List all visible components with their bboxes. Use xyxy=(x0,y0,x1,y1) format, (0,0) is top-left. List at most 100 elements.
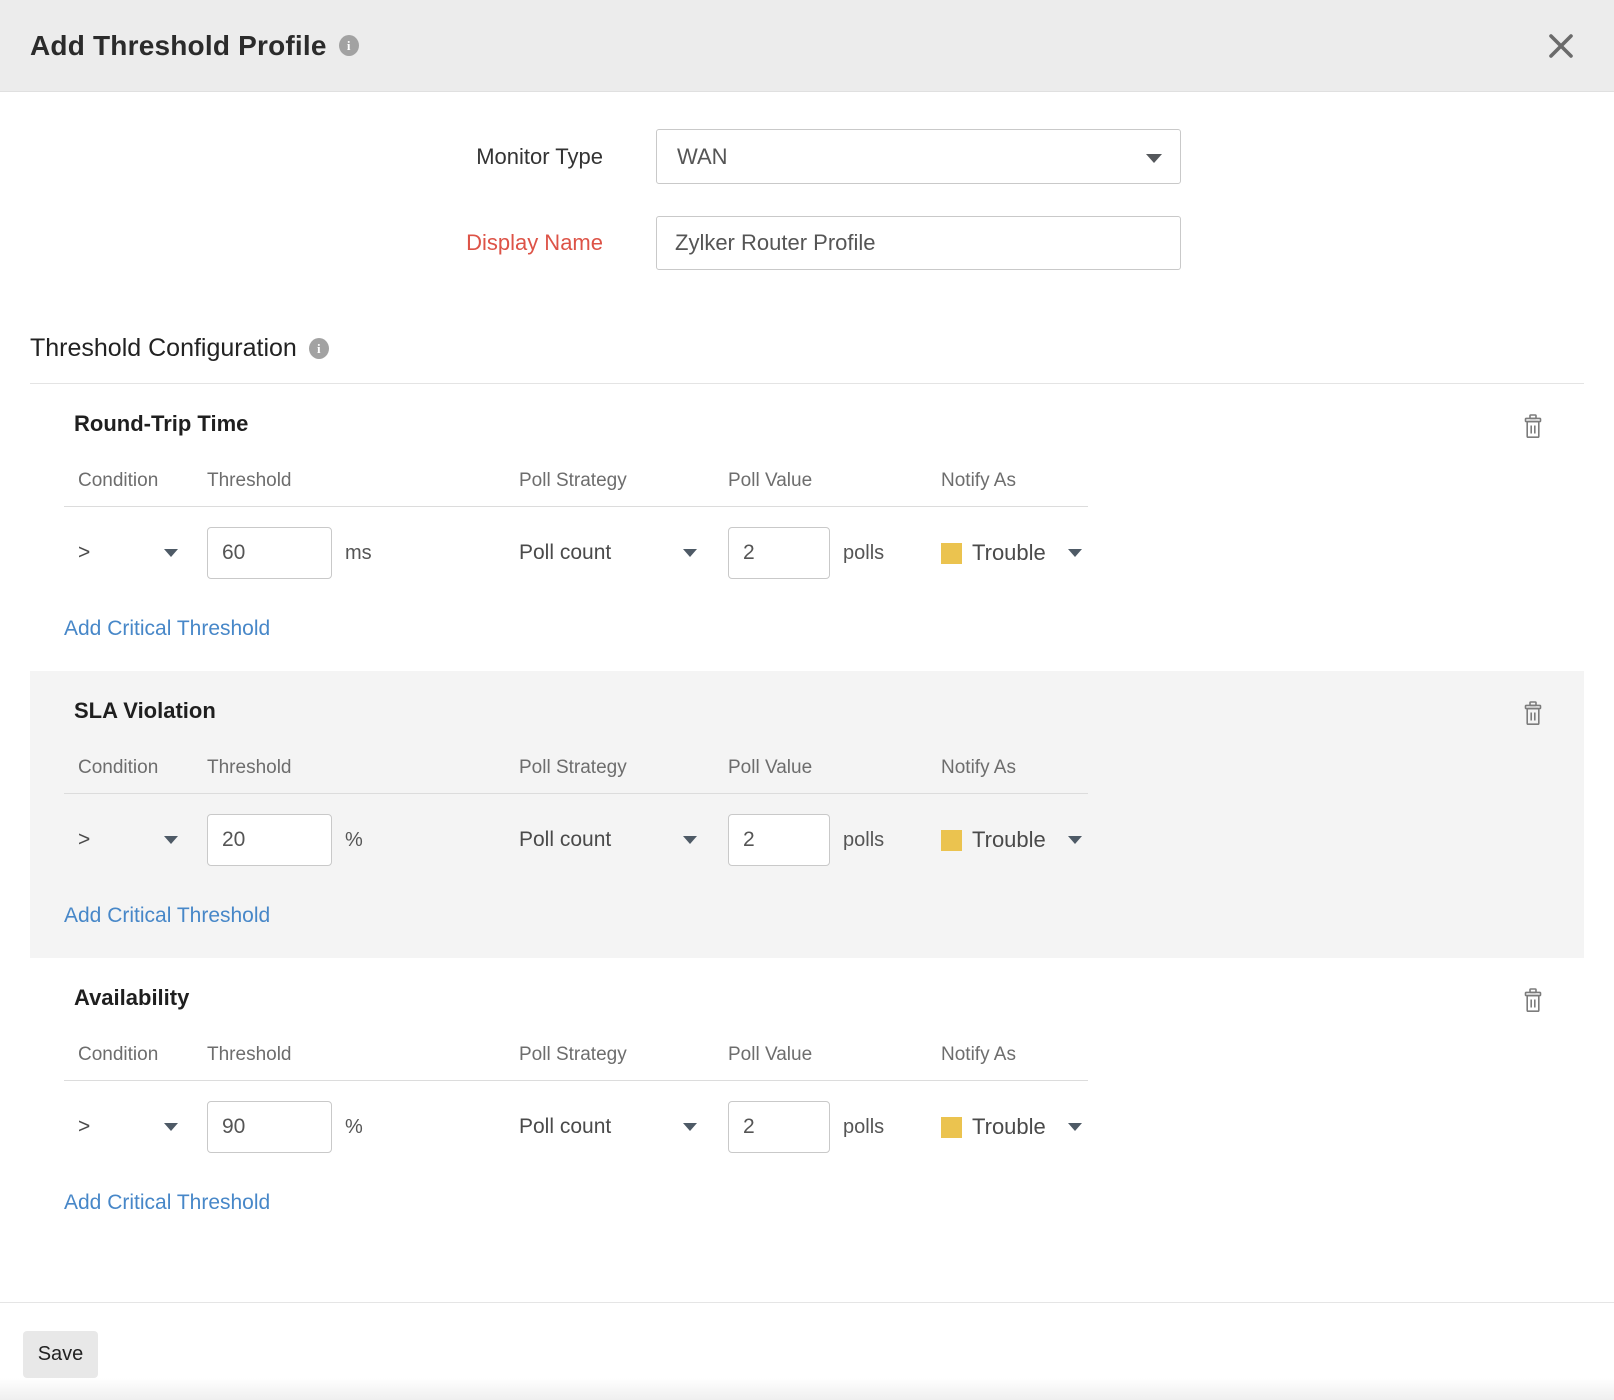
trash-icon xyxy=(1522,701,1544,726)
poll-value-input[interactable] xyxy=(728,1101,830,1153)
poll-value-unit: polls xyxy=(843,1116,884,1139)
notify-as-value: Trouble xyxy=(972,1114,1046,1140)
monitor-type-row: Monitor Type WAN xyxy=(0,129,1614,184)
profile-form: Monitor Type WAN Display Name xyxy=(0,92,1614,270)
add-critical-threshold-link[interactable]: Add Critical Threshold xyxy=(64,1191,270,1215)
condition-value: > xyxy=(78,828,90,852)
poll-strategy-value: Poll count xyxy=(519,1115,611,1139)
notify-as-select[interactable]: Trouble xyxy=(941,540,1101,566)
chevron-down-icon xyxy=(683,1123,697,1131)
threshold-table-header: Condition Threshold Poll Strategy Poll V… xyxy=(64,757,1088,794)
threshold-row: > % Poll count polls xyxy=(64,1081,1088,1175)
trouble-color-swatch xyxy=(941,1117,962,1138)
threshold-table: Condition Threshold Poll Strategy Poll V… xyxy=(64,757,1088,888)
add-critical-threshold-link[interactable]: Add Critical Threshold xyxy=(64,617,270,641)
chevron-down-icon xyxy=(683,549,697,557)
chevron-down-icon xyxy=(164,549,178,557)
delete-section-button[interactable] xyxy=(1518,410,1548,443)
condition-select[interactable]: > xyxy=(78,828,178,852)
threshold-configuration-heading-wrap: Threshold Configuration i xyxy=(0,334,1614,384)
threshold-section-sla-violation: SLA Violation Condition Threshold Poll S… xyxy=(30,671,1584,958)
poll-strategy-value: Poll count xyxy=(519,828,611,852)
trouble-color-swatch xyxy=(941,543,962,564)
trouble-color-swatch xyxy=(941,830,962,851)
threshold-table: Condition Threshold Poll Strategy Poll V… xyxy=(64,1044,1088,1175)
column-header-poll-value: Poll Value xyxy=(728,1044,941,1066)
section-title: SLA Violation xyxy=(30,697,1584,725)
close-icon xyxy=(1546,31,1576,61)
column-header-poll-strategy: Poll Strategy xyxy=(519,470,728,492)
poll-value-unit: polls xyxy=(843,829,884,852)
display-name-input[interactable] xyxy=(656,216,1181,270)
section-title: Availability xyxy=(30,984,1584,1012)
trash-icon xyxy=(1522,988,1544,1013)
monitor-type-label: Monitor Type xyxy=(0,144,603,170)
poll-strategy-select[interactable]: Poll count xyxy=(519,541,697,565)
column-header-poll-value: Poll Value xyxy=(728,470,941,492)
delete-section-button[interactable] xyxy=(1518,697,1548,730)
display-name-label: Display Name xyxy=(0,230,603,256)
notify-as-select[interactable]: Trouble xyxy=(941,1114,1101,1140)
column-header-condition: Condition xyxy=(64,470,207,492)
column-header-poll-value: Poll Value xyxy=(728,757,941,779)
poll-strategy-select[interactable]: Poll count xyxy=(519,828,697,852)
threshold-input[interactable] xyxy=(207,1101,332,1153)
condition-value: > xyxy=(78,1115,90,1139)
threshold-configuration-heading: Threshold Configuration xyxy=(30,334,297,363)
poll-value-input[interactable] xyxy=(728,527,830,579)
add-critical-threshold-link[interactable]: Add Critical Threshold xyxy=(64,904,270,928)
poll-strategy-value: Poll count xyxy=(519,541,611,565)
threshold-row: > ms Poll count polls xyxy=(64,507,1088,601)
column-header-notify-as: Notify As xyxy=(941,1044,1101,1066)
poll-value-unit: polls xyxy=(843,542,884,565)
threshold-input[interactable] xyxy=(207,814,332,866)
trash-icon xyxy=(1522,414,1544,439)
notify-as-value: Trouble xyxy=(972,540,1046,566)
display-name-row: Display Name xyxy=(0,216,1614,270)
chevron-down-icon xyxy=(1068,1123,1082,1131)
condition-select[interactable]: > xyxy=(78,541,178,565)
chevron-down-icon xyxy=(1068,549,1082,557)
column-header-threshold: Threshold xyxy=(207,470,519,492)
dialog-footer: Save xyxy=(0,1302,1614,1378)
threshold-unit: % xyxy=(345,829,363,852)
column-header-notify-as: Notify As xyxy=(941,757,1101,779)
column-header-poll-strategy: Poll Strategy xyxy=(519,1044,728,1066)
save-button[interactable]: Save xyxy=(23,1331,98,1378)
monitor-type-value: WAN xyxy=(677,144,728,170)
chevron-down-icon xyxy=(1068,836,1082,844)
chevron-down-icon xyxy=(164,1123,178,1131)
dialog-title: Add Threshold Profile xyxy=(30,30,327,62)
bottom-fade xyxy=(0,1378,1614,1400)
close-button[interactable] xyxy=(1542,27,1580,65)
column-header-poll-strategy: Poll Strategy xyxy=(519,757,728,779)
threshold-unit: ms xyxy=(345,542,372,565)
condition-value: > xyxy=(78,541,90,565)
threshold-table: Condition Threshold Poll Strategy Poll V… xyxy=(64,470,1088,601)
column-header-threshold: Threshold xyxy=(207,757,519,779)
poll-value-input[interactable] xyxy=(728,814,830,866)
condition-select[interactable]: > xyxy=(78,1115,178,1139)
info-icon: i xyxy=(309,338,329,359)
threshold-row: > % Poll count polls xyxy=(64,794,1088,888)
chevron-down-icon xyxy=(683,836,697,844)
chevron-down-icon xyxy=(1146,154,1162,163)
column-header-threshold: Threshold xyxy=(207,1044,519,1066)
notify-as-select[interactable]: Trouble xyxy=(941,827,1101,853)
column-header-condition: Condition xyxy=(64,757,207,779)
monitor-type-select[interactable]: WAN xyxy=(656,129,1181,184)
threshold-section-availability: Availability Condition Threshold Poll St… xyxy=(30,958,1584,1245)
add-threshold-profile-dialog: Add Threshold Profile i Monitor Type WAN… xyxy=(0,0,1614,1400)
notify-as-value: Trouble xyxy=(972,827,1046,853)
info-icon: i xyxy=(339,35,359,56)
poll-strategy-select[interactable]: Poll count xyxy=(519,1115,697,1139)
threshold-unit: % xyxy=(345,1116,363,1139)
column-header-condition: Condition xyxy=(64,1044,207,1066)
threshold-input[interactable] xyxy=(207,527,332,579)
threshold-table-header: Condition Threshold Poll Strategy Poll V… xyxy=(64,470,1088,507)
threshold-section-round-trip-time: Round-Trip Time Condition Threshold Poll… xyxy=(30,384,1584,671)
chevron-down-icon xyxy=(164,836,178,844)
dialog-header: Add Threshold Profile i xyxy=(0,0,1614,92)
column-header-notify-as: Notify As xyxy=(941,470,1101,492)
delete-section-button[interactable] xyxy=(1518,984,1548,1017)
